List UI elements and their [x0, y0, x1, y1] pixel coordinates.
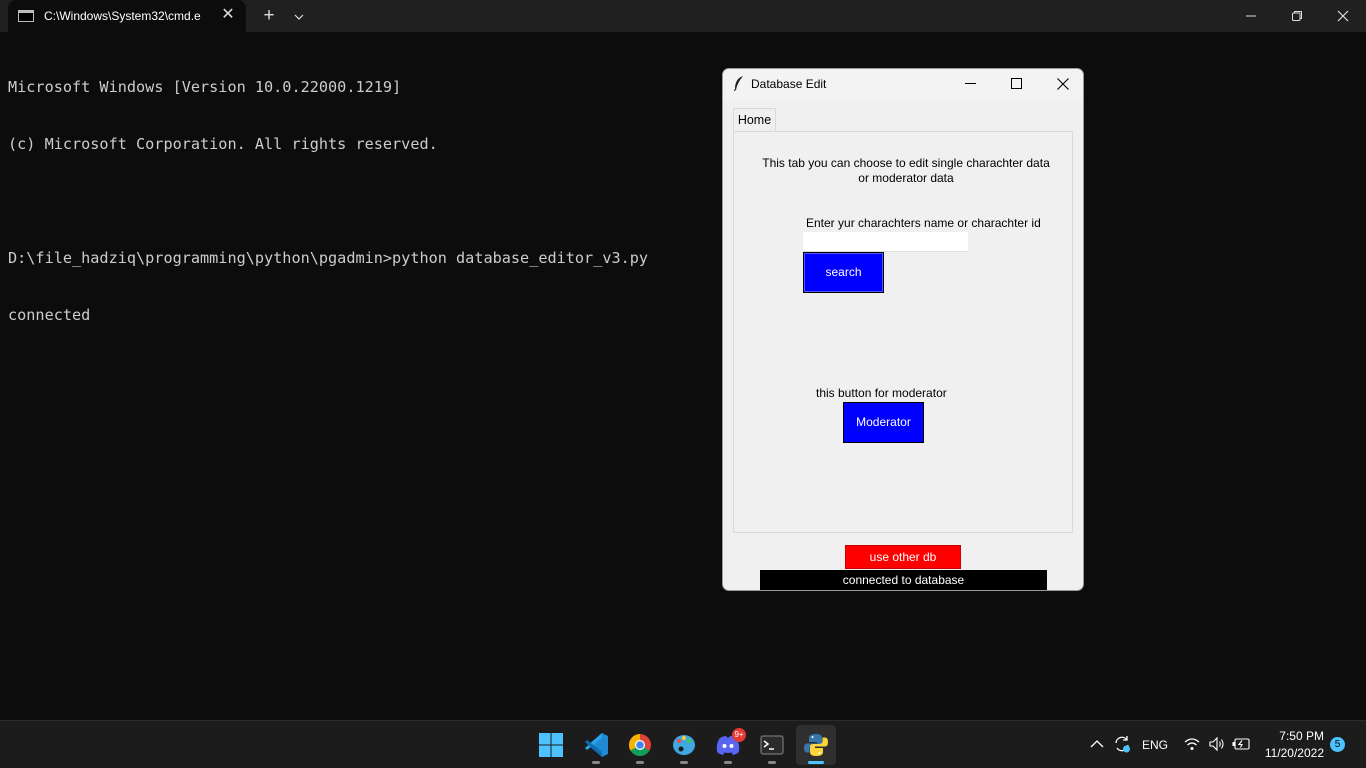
windows-logo-icon — [539, 733, 563, 757]
close-icon — [1337, 10, 1349, 22]
taskbar-paint[interactable] — [664, 725, 704, 765]
wifi-icon[interactable] — [1183, 735, 1201, 753]
taskbar-discord[interactable]: 9+ — [708, 725, 748, 765]
home-tab-panel: This tab you can choose to edit single c… — [733, 131, 1073, 533]
sync-icon[interactable] — [1112, 734, 1132, 754]
terminal-line: D:\file_hadziq\programming\python\pgadmi… — [8, 249, 649, 267]
running-indicator — [768, 761, 776, 764]
database-edit-window: Database Edit Home This tab you can choo… — [722, 68, 1084, 591]
start-button[interactable] — [531, 725, 571, 765]
clock-time[interactable]: 7:50 PM — [1262, 729, 1324, 743]
taskbar-chrome[interactable] — [620, 725, 660, 765]
close-tab-icon[interactable]: ✕ — [218, 5, 238, 25]
clock-date[interactable]: 11/20/2022 — [1262, 746, 1324, 760]
feather-icon — [733, 76, 743, 91]
terminal-line: (c) Microsoft Corporation. All rights re… — [8, 135, 438, 153]
chevron-up-icon[interactable] — [1088, 735, 1106, 753]
search-label: Enter yur charachters name or charachter… — [806, 216, 1041, 230]
app-titlebar[interactable]: Database Edit — [723, 69, 1083, 99]
notification-badge[interactable]: 5 — [1330, 737, 1345, 752]
use-other-db-button[interactable]: use other db — [845, 545, 961, 569]
terminal-restore-button[interactable] — [1274, 0, 1320, 32]
taskbar-terminal[interactable] — [752, 725, 792, 765]
app-close-button[interactable] — [1039, 69, 1083, 99]
running-indicator — [636, 761, 644, 764]
minimize-icon — [965, 83, 976, 84]
connection-status: connected to database — [760, 570, 1047, 590]
minimize-icon — [1246, 15, 1256, 17]
battery-charging-icon[interactable] — [1231, 735, 1251, 753]
language-indicator[interactable]: ENG — [1142, 738, 1168, 752]
taskbar-vscode[interactable] — [576, 725, 616, 765]
terminal-line: connected — [8, 306, 91, 324]
close-icon — [1057, 78, 1069, 90]
terminal-close-button[interactable] — [1320, 0, 1366, 32]
app-title: Database Edit — [751, 77, 827, 91]
app-maximize-button[interactable] — [993, 69, 1039, 99]
terminal-titlebar: C:\Windows\System32\cmd.e ✕ + — [0, 0, 1366, 32]
terminal-tab-title: C:\Windows\System32\cmd.e — [44, 9, 201, 23]
running-indicator — [592, 761, 600, 764]
tab-home[interactable]: Home — [733, 108, 776, 132]
volume-icon[interactable] — [1208, 735, 1226, 753]
terminal-output[interactable]: Microsoft Windows [Version 10.0.22000.12… — [8, 40, 648, 344]
chrome-icon — [629, 734, 651, 756]
new-tab-button[interactable]: + — [256, 4, 282, 28]
active-indicator — [808, 761, 824, 764]
home-description: This tab you can choose to edit single c… — [762, 156, 1050, 185]
discord-badge: 9+ — [732, 728, 746, 742]
chevron-down-icon[interactable] — [288, 4, 310, 28]
moderator-label: this button for moderator — [816, 386, 947, 400]
running-indicator — [724, 761, 732, 764]
cmd-icon — [18, 10, 34, 22]
search-button[interactable]: search — [803, 252, 884, 293]
terminal-line: Microsoft Windows [Version 10.0.22000.12… — [8, 78, 402, 96]
running-indicator — [680, 761, 688, 764]
palette-icon — [673, 735, 695, 755]
taskbar-python[interactable] — [796, 725, 836, 765]
app-minimize-button[interactable] — [947, 69, 993, 99]
terminal-icon — [760, 735, 784, 755]
terminal-minimize-button[interactable] — [1228, 0, 1274, 32]
search-input[interactable] — [803, 232, 968, 252]
taskbar: 9+ ENG 7:50 PM 11/20/2022 5 — [0, 720, 1366, 768]
restore-icon — [1292, 11, 1302, 21]
terminal-tab[interactable]: C:\Windows\System32\cmd.e ✕ — [8, 0, 246, 32]
moderator-button[interactable]: Moderator — [843, 402, 924, 443]
python-icon — [804, 734, 828, 756]
vscode-icon — [585, 733, 608, 757]
maximize-icon — [1011, 78, 1022, 89]
